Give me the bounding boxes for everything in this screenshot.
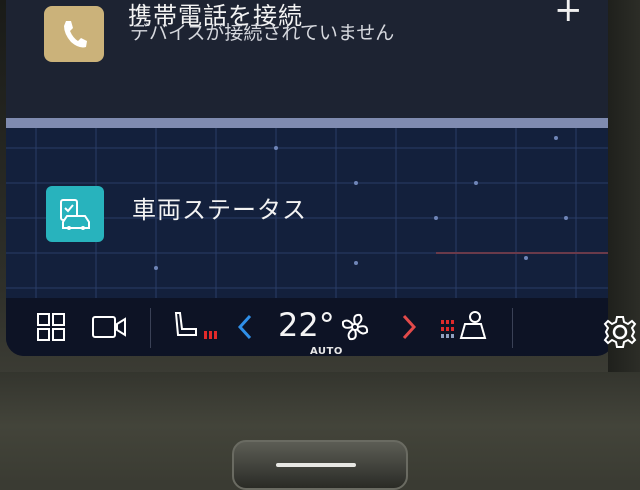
vehicle-status-icon bbox=[46, 186, 104, 242]
climate-mode-label: AUTO bbox=[310, 346, 343, 356]
camera-icon[interactable] bbox=[86, 298, 132, 356]
chevron-left-icon[interactable] bbox=[232, 298, 258, 356]
temperature-value[interactable]: 22° bbox=[278, 306, 335, 344]
bar-separator bbox=[512, 308, 513, 348]
fan-icon[interactable] bbox=[338, 298, 372, 356]
chevron-right-icon[interactable] bbox=[396, 298, 422, 356]
card-divider bbox=[6, 118, 614, 128]
vehicle-status-title: 車両ステータス bbox=[132, 196, 307, 224]
settings-icon[interactable] bbox=[600, 312, 640, 352]
add-phone-button[interactable]: + bbox=[554, 0, 583, 30]
phone-icon bbox=[44, 6, 104, 62]
phone-card-subtitle: デバイスが接続されていません bbox=[130, 22, 395, 44]
infotainment-screen: 携帯電話を接続 デバイスが接続されていません + 車両ステータス 22° AUT… bbox=[6, 0, 614, 356]
vehicle-status-card[interactable]: 車両ステータス bbox=[6, 128, 614, 298]
knob-indicator-line bbox=[276, 463, 356, 467]
apps-grid-icon[interactable] bbox=[28, 298, 74, 356]
phone-connect-card[interactable]: 携帯電話を接続 デバイスが接続されていません + bbox=[6, 0, 614, 122]
bar-separator bbox=[150, 308, 151, 348]
seat-heat-icon[interactable] bbox=[164, 298, 224, 356]
seat-ventilation-icon[interactable] bbox=[434, 298, 494, 356]
